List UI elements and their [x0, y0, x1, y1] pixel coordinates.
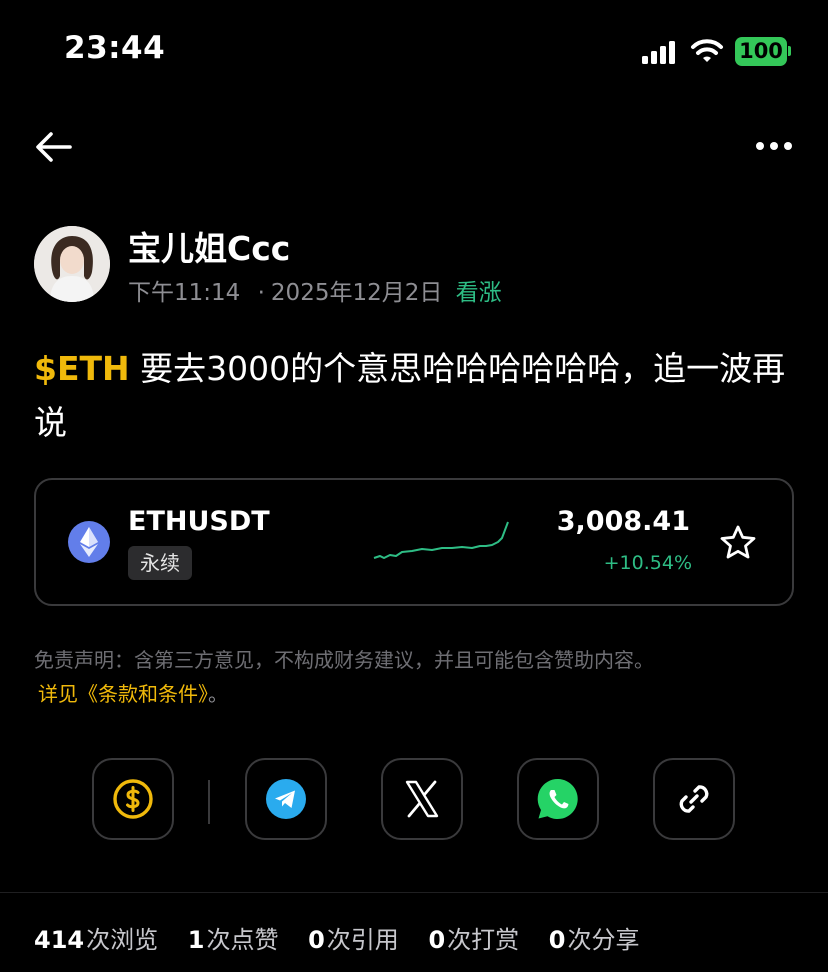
- copy-link-button[interactable]: [653, 758, 735, 840]
- terms-period: 。: [208, 682, 228, 706]
- stat-shares[interactable]: 0次分享: [549, 926, 640, 954]
- ticker-price: 3,008.41: [556, 506, 690, 537]
- x-share-button[interactable]: [381, 758, 463, 840]
- telegram-share-button[interactable]: [245, 758, 327, 840]
- stat-quotes[interactable]: 0次引用: [308, 926, 399, 954]
- date-separator: ·: [257, 280, 265, 306]
- author-name[interactable]: 宝儿姐Ccc: [128, 222, 290, 270]
- ethereum-icon: [68, 521, 110, 563]
- stat-views: 414次浏览: [34, 926, 159, 954]
- terms-line: 详见《条款和条件》。: [38, 678, 228, 707]
- status-time: 23:44: [64, 30, 166, 66]
- stat-likes[interactable]: 1次点赞: [188, 926, 279, 954]
- post-stats: 414次浏览 1次点赞 0次引用 0次打赏 0次分享: [34, 920, 661, 955]
- ticker-pair: ETHUSDT: [128, 506, 270, 537]
- stats-divider: [0, 892, 828, 893]
- post-body: $ETH 要去3000的个意思哈哈哈哈哈哈，追一波再说: [34, 342, 798, 450]
- star-icon[interactable]: [719, 524, 757, 562]
- share-divider: [208, 780, 210, 824]
- ticker-change: +10.54%: [603, 552, 692, 574]
- x-icon: [405, 780, 439, 818]
- battery-indicator: 100: [735, 37, 787, 66]
- more-icon[interactable]: [754, 137, 794, 155]
- price-sparkline: [373, 521, 509, 559]
- tip-button[interactable]: [92, 758, 174, 840]
- post-text: 要去3000的个意思哈哈哈哈哈哈，追一波再说: [34, 349, 786, 442]
- cellular-signal-icon: [642, 41, 675, 64]
- back-arrow-icon[interactable]: [34, 130, 72, 164]
- terms-link[interactable]: 详见《条款和条件》: [38, 682, 208, 706]
- whatsapp-share-button[interactable]: [517, 758, 599, 840]
- contract-type-tag: 永续: [128, 546, 192, 580]
- post-meta: 下午11:14 · 2025年12月2日 看涨: [128, 273, 502, 307]
- disclaimer-text: 免责声明：含第三方意见，不构成财务建议，并且可能包含赞助内容。: [34, 648, 654, 672]
- sentiment-badge: 看涨: [455, 280, 502, 306]
- post-date: 2025年12月2日: [270, 280, 443, 306]
- tip-icon: [113, 779, 153, 819]
- wifi-icon: [691, 39, 723, 62]
- post-time: 下午11:14: [128, 280, 241, 306]
- battery-nub: [788, 46, 791, 56]
- avatar-portrait-icon: [34, 226, 110, 302]
- avatar[interactable]: [34, 226, 110, 302]
- stat-tips[interactable]: 0次打赏: [428, 926, 519, 954]
- whatsapp-icon: [537, 778, 578, 819]
- ticker-link[interactable]: $ETH: [34, 349, 130, 388]
- link-icon: [679, 785, 709, 813]
- telegram-icon: [266, 779, 306, 819]
